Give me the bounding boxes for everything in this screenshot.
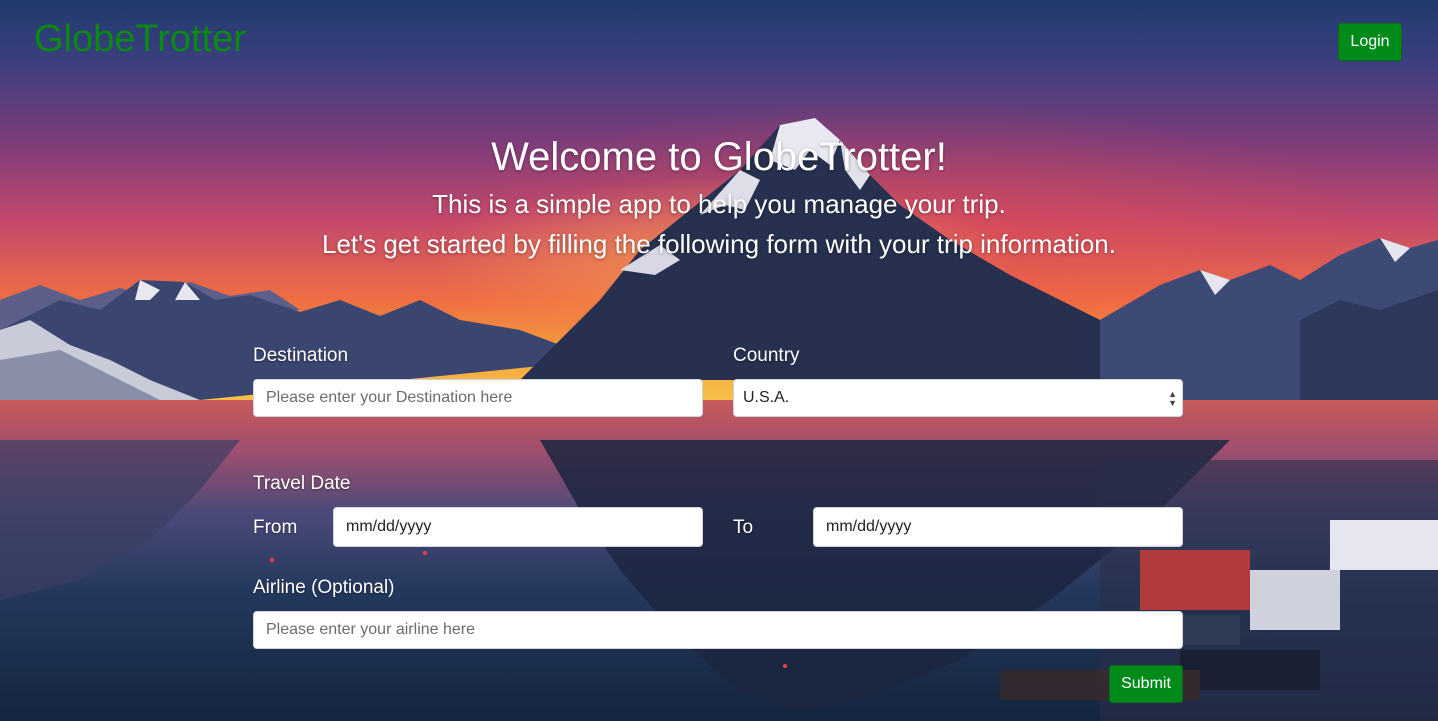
to-date-placeholder: mm/dd/yyyy — [826, 518, 912, 535]
login-button[interactable]: Login — [1338, 23, 1402, 61]
from-date-placeholder: mm/dd/yyyy — [346, 518, 432, 535]
background-reflection — [0, 440, 1438, 721]
country-selected-value: U.S.A. — [743, 389, 790, 406]
airline-label: Airline (Optional) — [253, 577, 395, 598]
hero-subtitle-line1: This is a simple app to help you manage … — [432, 189, 1006, 219]
page: GlobeTrotter Login Welcome to GlobeTrott… — [0, 0, 1438, 721]
travel-date-label: Travel Date — [253, 473, 351, 494]
brand-logo[interactable]: GlobeTrotter — [34, 18, 246, 61]
select-arrows-icon: ▲ ▼ — [1168, 389, 1177, 408]
hero-subtitle-line2: Let's get started by filling the followi… — [322, 229, 1116, 259]
destination-label: Destination — [253, 345, 349, 366]
hero: Welcome to GlobeTrotter! This is a simpl… — [0, 130, 1438, 264]
submit-button[interactable]: Submit — [1109, 665, 1183, 703]
from-date-input[interactable]: mm/dd/yyyy — [333, 507, 703, 547]
from-label: From — [253, 517, 298, 538]
airline-input[interactable] — [253, 611, 1183, 649]
to-date-input[interactable]: mm/dd/yyyy — [813, 507, 1183, 547]
hero-title: Welcome to GlobeTrotter! — [491, 135, 947, 179]
country-label: Country — [733, 345, 800, 366]
to-label: To — [733, 517, 754, 538]
country-select[interactable]: U.S.A. ▲ ▼ — [733, 379, 1183, 417]
destination-input[interactable] — [253, 379, 703, 417]
